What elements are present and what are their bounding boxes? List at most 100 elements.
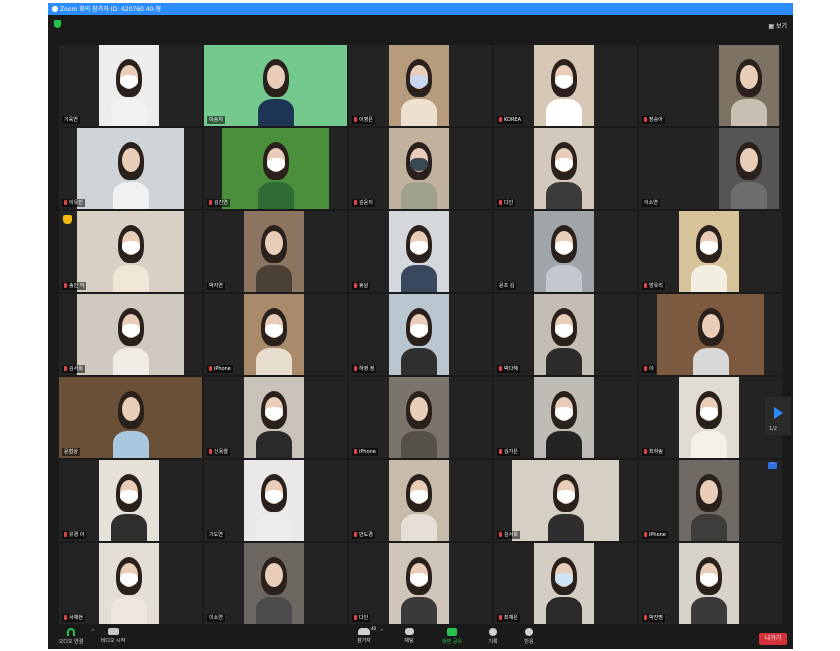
participant-tile[interactable]: 윤조 김 (494, 211, 637, 292)
participant-tile[interactable]: 윤협상 (59, 377, 202, 458)
muted-mic-icon (64, 283, 67, 288)
leave-meeting-button[interactable]: 나가기 (759, 633, 787, 645)
participant-tile[interactable]: 방유리 (639, 211, 782, 292)
participant-name-label: 서채현 (62, 614, 85, 622)
participant-tile[interactable]: 휴날 (349, 211, 492, 292)
muted-mic-icon (64, 532, 67, 537)
muted-mic-icon (499, 366, 502, 371)
participant-silhouette (252, 377, 296, 458)
participant-name: 다인 (504, 200, 514, 206)
muted-mic-icon (644, 615, 647, 620)
participant-tile[interactable]: iPhone (639, 460, 782, 541)
participant-tile[interactable]: 이영은 (349, 45, 492, 126)
participant-name-label: 송인 악 (62, 282, 87, 290)
chevron-up-icon[interactable]: ^ (380, 629, 384, 635)
participant-name-label: 이유진 (62, 199, 85, 207)
participant-tile[interactable]: iPhone (204, 294, 347, 375)
record-button[interactable]: 기록 (484, 628, 502, 645)
participant-video (719, 45, 779, 126)
participant-video (244, 294, 304, 375)
chevron-up-icon[interactable]: ^ (91, 629, 95, 635)
participant-tile[interactable]: 박지연 (204, 211, 347, 292)
participant-tile[interactable]: 안도경 (349, 460, 492, 541)
participant-tile[interactable]: 박다혜 (494, 294, 637, 375)
reactions-button[interactable]: 반응 (520, 628, 538, 645)
participant-silhouette (727, 45, 771, 126)
view-button[interactable]: ▦ 보기 (768, 21, 787, 30)
participant-name-label: 장승아 (642, 116, 665, 124)
participants-count: 40 (371, 626, 377, 631)
participant-tile[interactable]: 신옥렬 (204, 377, 347, 458)
raised-hand-icon (63, 215, 72, 224)
next-page-button[interactable]: 1/2 (765, 397, 791, 435)
participant-silhouette (542, 211, 586, 292)
view-label: 보기 (775, 23, 787, 30)
participant-video (59, 377, 202, 458)
participant-video (99, 460, 159, 541)
muted-mic-icon (644, 283, 647, 288)
participant-tile[interactable]: 다인 (494, 128, 637, 209)
participant-tile[interactable]: 김진연 (204, 128, 347, 209)
participant-silhouette (397, 543, 441, 624)
participant-tile[interactable]: 유경 이 (59, 460, 202, 541)
participant-name-label: iPhone (207, 365, 233, 373)
muted-mic-icon (644, 366, 647, 371)
more-options-icon[interactable]: ··· (768, 462, 777, 469)
participant-tile[interactable]: 이소연 (639, 128, 782, 209)
participant-tile[interactable]: 서채현 (59, 543, 202, 624)
participant-name: 윤협상 (64, 449, 78, 455)
participants-button[interactable]: 40 참가자 ^ (351, 626, 384, 644)
camera-off-icon (107, 628, 119, 635)
share-label: 화면 공유 (442, 639, 462, 645)
participant-name-label: 김서희 (62, 365, 85, 373)
participant-tile[interactable]: 김가은 (494, 377, 637, 458)
participant-tile[interactable]: 기도연 (204, 460, 347, 541)
participant-video (244, 543, 304, 624)
participant-video (77, 294, 184, 375)
participant-tile[interactable]: 최재은 (494, 543, 637, 624)
zoom-window: Zoom 회의 참가자 ID: 420760 40-형 ▦ 보기 기육연 이승지 이… (48, 3, 793, 649)
audio-button[interactable]: 오디오 연결 ^ (54, 628, 95, 645)
participant-name: 다인 (359, 615, 369, 621)
participant-name-label: 박다혜 (497, 365, 520, 373)
video-button[interactable]: 비디오 시작 (96, 628, 130, 644)
participant-tile[interactable]: 다인 (349, 543, 492, 624)
participant-tile[interactable]: iPhone (349, 377, 492, 458)
muted-mic-icon (209, 366, 212, 371)
participant-tile[interactable]: 장승아 (639, 45, 782, 126)
title-bar: Zoom 회의 참가자 ID: 420760 40-형 (48, 3, 793, 15)
participant-tile[interactable]: 이유진 (59, 128, 202, 209)
page-indicator: 1/2 (769, 426, 778, 432)
participant-tile[interactable]: 하영 정 (349, 294, 492, 375)
share-screen-button[interactable]: 화면 공유 (438, 628, 466, 645)
participant-tile[interactable]: 이승지 (204, 45, 347, 126)
participant-tile[interactable]: 이 (639, 294, 782, 375)
participant-silhouette (727, 128, 771, 209)
participant-tile[interactable]: 박진명 (639, 543, 782, 624)
participant-silhouette (397, 460, 441, 541)
shield-icon[interactable] (54, 20, 61, 28)
participant-tile[interactable]: 김서희 (59, 294, 202, 375)
participant-name-label: 안도경 (352, 531, 375, 539)
participant-tile[interactable]: 이소연 (204, 543, 347, 624)
participant-name-label: 윤조 김 (497, 282, 517, 290)
participant-name: 휴날 (359, 283, 369, 289)
participant-silhouette (252, 211, 296, 292)
participant-name-label: 박진명 (642, 614, 665, 622)
participant-tile[interactable]: 최하림 (639, 377, 782, 458)
participant-name-label: 다인 (497, 199, 516, 207)
participant-name-label: 이 (642, 365, 656, 373)
participant-tile[interactable]: 송인 악 (59, 211, 202, 292)
share-screen-icon (447, 628, 457, 636)
participant-tile[interactable]: 기육연 (59, 45, 202, 126)
participant-name-label: 기육연 (62, 116, 80, 124)
muted-mic-icon (354, 283, 357, 288)
muted-mic-icon (644, 532, 647, 537)
participant-tile[interactable]: KOREA (494, 45, 637, 126)
participant-tile[interactable]: 김윤지 (349, 128, 492, 209)
participant-name: 김서희 (504, 532, 518, 538)
muted-mic-icon (499, 449, 502, 454)
participant-tile[interactable]: 김서희 (494, 460, 637, 541)
participant-video (679, 211, 739, 292)
chat-button[interactable]: 채팅 (398, 628, 420, 644)
